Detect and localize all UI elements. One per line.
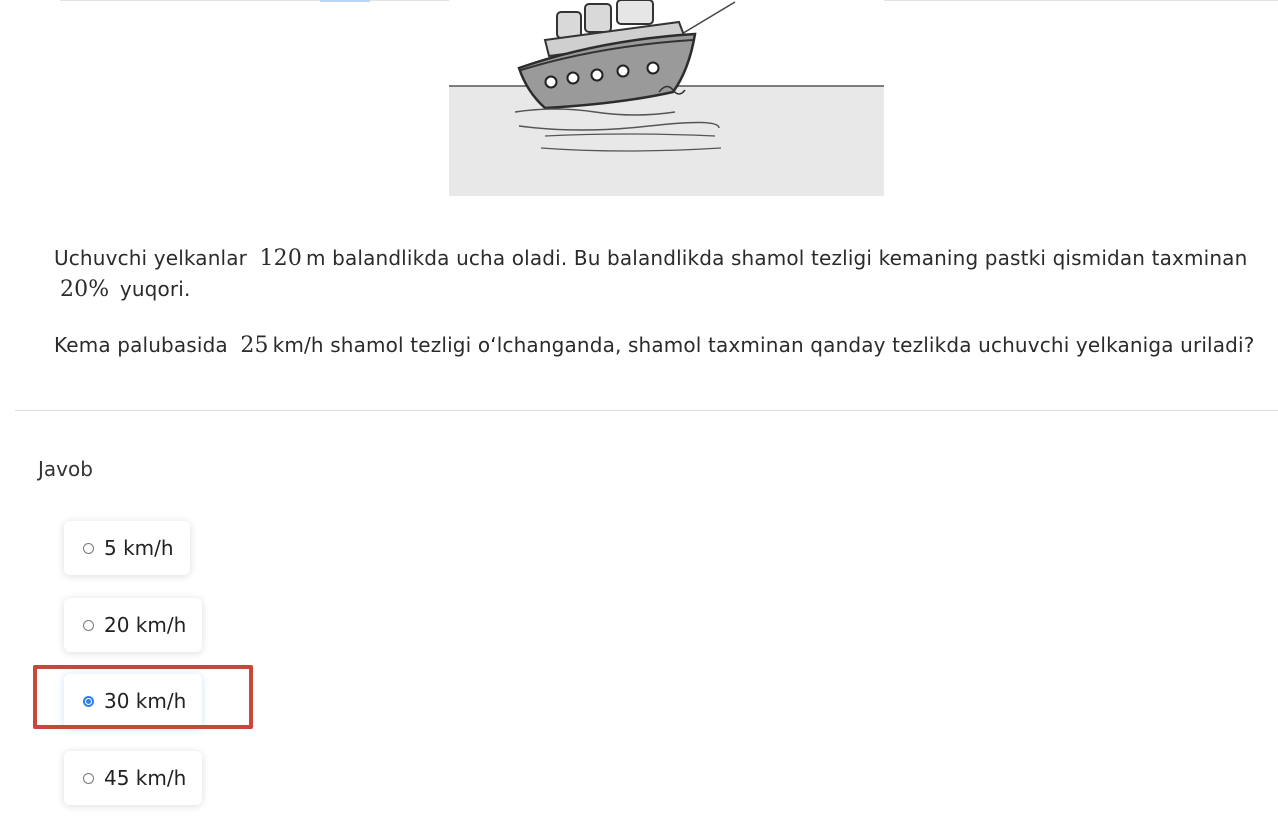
answer-label: Javob <box>38 457 93 481</box>
selected-answer-highlight <box>33 665 253 729</box>
question-paragraph-2: Kema palubasida 25 km/h shamol tezligi o‘… <box>54 330 1278 361</box>
answer-option-label: 45 km/h <box>104 766 187 790</box>
question-p2-prefix: Kema palubasida <box>54 333 228 357</box>
quiz-page: Uchuvchi yelkanlar 120 m balandlikda ucha… <box>0 0 1278 829</box>
ship-illustration <box>449 0 884 196</box>
question-paragraph-1: Uchuvchi yelkanlar 120 m balandlikda ucha… <box>54 243 1278 305</box>
radio-button[interactable] <box>83 619 94 631</box>
answer-option-1[interactable]: 5 km/h <box>64 521 190 575</box>
question-p1-prefix: Uchuvchi yelkanlar <box>54 246 248 270</box>
speed-value: 25 <box>240 333 269 358</box>
answer-option-4[interactable]: 45 km/h <box>64 751 203 805</box>
percent-value: 20% <box>60 277 110 302</box>
answer-option-label: 5 km/h <box>104 536 174 560</box>
answer-option-2[interactable]: 20 km/h <box>64 598 203 652</box>
question-p1-mid: m balandlikda ucha oladi. Bu balandlikda… <box>305 246 1248 270</box>
question-p1-suffix: yuqori. <box>119 277 191 301</box>
height-value: 120 <box>259 246 302 271</box>
top-tab-indicator <box>320 0 370 2</box>
question-text: Uchuvchi yelkanlar 120 m balandlikda ucha… <box>54 243 1278 386</box>
question-p2-suffix: km/h shamol tezligi o‘lchanganda, shamol… <box>272 333 1255 357</box>
radio-button[interactable] <box>83 772 94 784</box>
section-divider <box>15 410 1278 411</box>
answer-option-label: 20 km/h <box>104 613 187 637</box>
radio-button[interactable] <box>83 542 94 554</box>
